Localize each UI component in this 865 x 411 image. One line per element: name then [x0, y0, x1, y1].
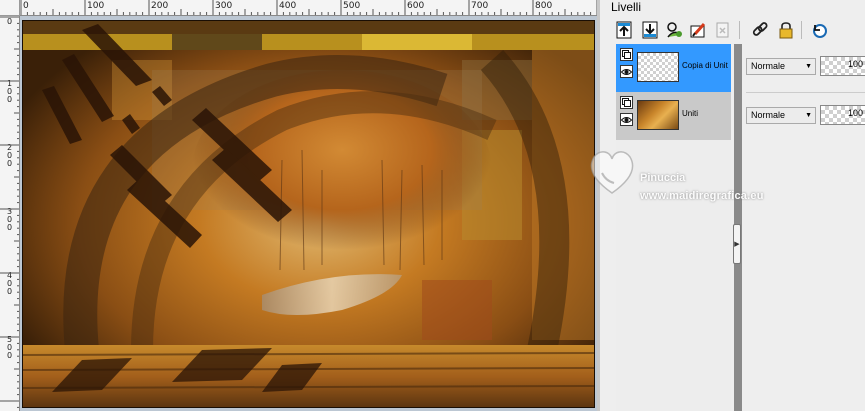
panel-splitter[interactable]: ▶	[733, 44, 742, 411]
panel-title: Livelli	[611, 0, 642, 14]
collapse-arrow-icon[interactable]: ▶	[733, 224, 741, 264]
link-icon[interactable]	[749, 19, 771, 41]
layer-name: Copia di Unit	[682, 61, 728, 70]
layer-properties-icon[interactable]	[687, 19, 709, 41]
dropdown-arrow-icon: ▼	[805, 112, 812, 119]
toolbar-separator	[739, 21, 740, 39]
image-canvas[interactable]	[22, 20, 595, 408]
ruler-corner	[0, 0, 20, 16]
opacity-value: 100	[847, 108, 863, 118]
opacity-value: 100	[847, 59, 863, 69]
opacity-field[interactable]: 100	[820, 105, 865, 125]
visibility-eye-icon[interactable]	[620, 113, 633, 126]
lock-icon[interactable]	[775, 19, 797, 41]
layer-row-uniti[interactable]: Uniti	[616, 92, 731, 140]
layer-group-icon[interactable]	[620, 48, 633, 61]
canvas-area[interactable]: 0 100 200 300 400 500 600 700 800 0 100 …	[0, 0, 597, 411]
dropdown-arrow-icon: ▼	[805, 63, 812, 70]
toolbar-separator	[801, 21, 802, 39]
blend-mode-dropdown[interactable]: Normale ▼	[746, 58, 816, 75]
layer-icons	[620, 48, 634, 82]
visibility-eye-icon[interactable]	[620, 65, 633, 78]
layer-properties-row: Normale ▼ 100	[746, 44, 865, 92]
layer-group-icon[interactable]	[620, 96, 633, 109]
blend-mode-dropdown[interactable]: Normale ▼	[746, 107, 816, 124]
delete-layer-icon[interactable]	[711, 19, 733, 41]
blend-mode-value: Normale	[751, 61, 786, 71]
layer-thumbnail	[637, 100, 679, 130]
horizontal-ruler: 0 100 200 300 400 500 600 700 800	[20, 0, 597, 16]
layers-panel: Livelli Copia di Unit Uniti ▶ Normale ▼ …	[597, 0, 865, 411]
layer-properties-row: Normale ▼ 100	[746, 92, 865, 141]
vertical-ruler: 0 100 200 300 400 500	[0, 16, 20, 411]
layers-list: Copia di Unit Uniti	[616, 44, 731, 411]
layer-name: Uniti	[682, 109, 699, 118]
new-vector-layer-icon[interactable]	[639, 19, 661, 41]
reset-icon[interactable]	[809, 19, 831, 41]
layer-row-copia[interactable]: Copia di Unit	[616, 44, 731, 92]
autumn-artwork	[22, 20, 595, 408]
blend-mode-value: Normale	[751, 110, 786, 120]
opacity-field[interactable]: 100	[820, 56, 865, 76]
layer-thumbnail	[637, 52, 679, 82]
new-raster-layer-icon[interactable]	[613, 19, 635, 41]
layer-icons	[620, 96, 634, 130]
new-mask-layer-icon[interactable]	[663, 19, 685, 41]
